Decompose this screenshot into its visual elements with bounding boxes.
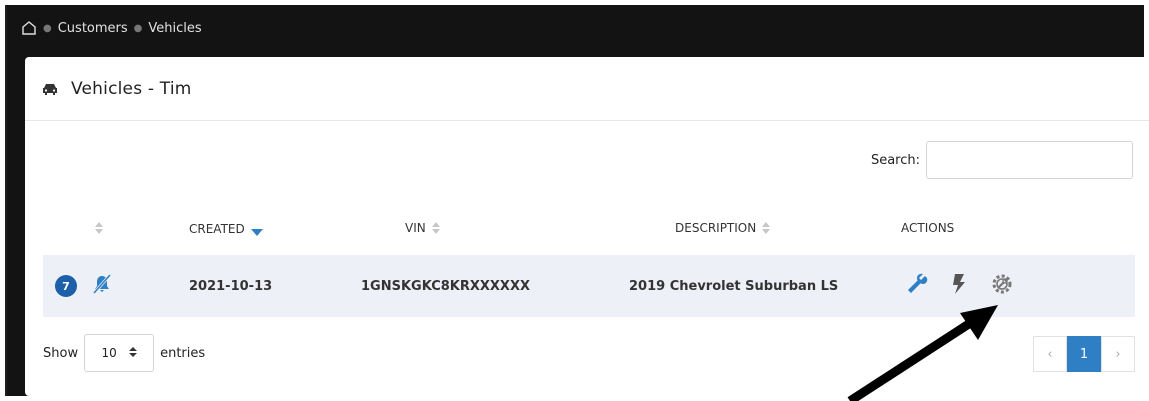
pagination-prev-button[interactable]: ‹ — [1033, 336, 1067, 372]
row-count-badge-cell: 7 — [55, 255, 77, 317]
pagination: ‹ 1 › — [1033, 336, 1135, 372]
table-row: 7 2021-10-13 1GNSKGKC8KRXXXXXX 2019 Chev… — [43, 255, 1135, 317]
search-input[interactable] — [926, 141, 1133, 179]
entries-value: 10 — [101, 346, 117, 360]
breadcrumb-customers[interactable]: Customers — [58, 21, 128, 36]
column-label: CREATED — [189, 221, 245, 236]
bell-slash-icon[interactable] — [91, 273, 113, 299]
column-label: ACTIONS — [901, 221, 955, 235]
created-cell: 2021-10-13 — [189, 278, 273, 294]
card-header: Vehicles - Tim — [25, 57, 1149, 121]
car-icon — [41, 81, 59, 97]
description-cell: 2019 Chevrolet Suburban LS — [629, 278, 839, 294]
search-label: Search: — [870, 152, 920, 168]
screenshot-frame: ● Customers ● Vehicles Vehicles - Tim Se… — [0, 0, 1149, 401]
home-icon[interactable] — [21, 20, 37, 36]
vin-cell: 1GNSKGKC8KRXXXXXX — [361, 278, 530, 294]
select-updown-icon — [128, 346, 137, 361]
gear-wrench-icon[interactable] — [989, 271, 1015, 301]
sort-icon — [762, 221, 771, 235]
breadcrumb: ● Customers ● Vehicles — [21, 15, 202, 41]
column-header-description[interactable]: DESCRIPTION — [675, 221, 771, 235]
status-cell — [91, 255, 113, 317]
entries-select[interactable]: 10 — [84, 334, 155, 372]
bolt-icon[interactable] — [951, 272, 967, 300]
breadcrumb-separator: ● — [43, 22, 52, 34]
page-title: Vehicles - Tim — [71, 78, 192, 99]
sort-icon — [95, 221, 103, 235]
sort-icon — [431, 221, 440, 235]
column-label: DESCRIPTION — [675, 221, 757, 235]
column-header-actions: ACTIONS — [901, 221, 954, 235]
vehicles-card: Vehicles - Tim Search: CREATED VIN DESCR… — [25, 57, 1149, 396]
table-footer: Show 10 entries ‹ 1 › — [43, 333, 1135, 373]
pagination-page-1[interactable]: 1 — [1067, 336, 1101, 372]
entries-length-control: Show 10 entries — [43, 333, 205, 373]
column-header-created[interactable]: CREATED — [189, 221, 263, 236]
breadcrumb-separator: ● — [133, 22, 143, 34]
column-label: VIN — [405, 221, 426, 235]
breadcrumb-vehicles[interactable]: Vehicles — [148, 21, 201, 36]
search-row: Search: — [871, 141, 1133, 179]
column-header-vin[interactable]: VIN — [405, 221, 440, 235]
entries-label: entries — [160, 345, 206, 361]
actions-cell — [905, 255, 1015, 317]
row-count-badge[interactable]: 7 — [55, 275, 77, 297]
column-header-status[interactable] — [95, 221, 103, 235]
show-label: Show — [43, 345, 79, 361]
table-header: CREATED VIN DESCRIPTION ACTIONS — [43, 207, 1135, 251]
sort-desc-icon — [250, 229, 263, 236]
pagination-next-button[interactable]: › — [1101, 336, 1135, 372]
wrench-icon[interactable] — [905, 272, 929, 300]
app-background: ● Customers ● Vehicles Vehicles - Tim Se… — [5, 5, 1149, 396]
